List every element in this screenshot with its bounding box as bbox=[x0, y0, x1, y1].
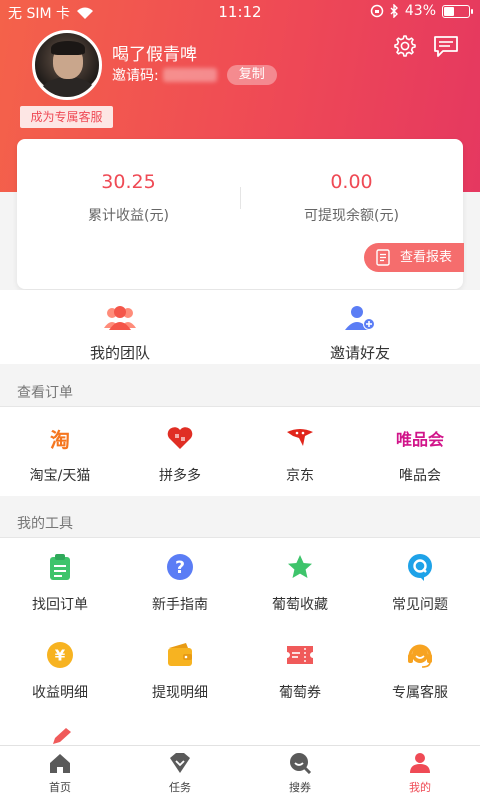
withdrawable-balance[interactable]: 0.00 可提现余额(元) bbox=[240, 171, 463, 225]
star-icon bbox=[288, 555, 312, 578]
withdrawable-label: 可提现余额(元) bbox=[304, 208, 399, 224]
profile-icon bbox=[410, 753, 430, 773]
team-icon bbox=[104, 306, 136, 330]
invite-code-label: 邀请码: bbox=[112, 68, 159, 84]
orders-section-title: 查看订单 bbox=[17, 385, 73, 401]
order-jingdong[interactable]: 京东 bbox=[240, 423, 360, 485]
status-bar: 无 SIM 卡 11:12 43% bbox=[0, 0, 480, 24]
task-icon bbox=[170, 753, 190, 773]
rotation-lock-icon bbox=[370, 4, 384, 18]
tool-faq[interactable]: 常见问题 bbox=[360, 552, 480, 614]
bluetooth-icon bbox=[390, 4, 398, 18]
tool-exclusive-service[interactable]: 专属客服 bbox=[360, 640, 480, 702]
tool-earnings-detail[interactable]: ¥ 收益明细 bbox=[0, 640, 120, 702]
tab-task[interactable]: 任务 bbox=[120, 752, 240, 795]
order-vipshop-label: 唯品会 bbox=[399, 468, 441, 484]
order-vipshop[interactable]: 唯品会 唯品会 bbox=[360, 423, 480, 485]
tab-search-coupon-label: 搜券 bbox=[289, 781, 311, 794]
tool-earnings-detail-label: 收益明细 bbox=[32, 685, 88, 701]
tab-home[interactable]: 首页 bbox=[0, 752, 120, 795]
earnings-card: 30.25 累计收益(元) 0.00 可提现余额(元) 查看报表 bbox=[17, 139, 464, 289]
question-icon: ? bbox=[167, 554, 193, 580]
tab-bar: 首页 任务 搜券 我的 bbox=[0, 745, 480, 800]
clipboard-icon bbox=[50, 554, 70, 580]
copy-button[interactable]: 复制 bbox=[226, 65, 277, 85]
invite-friends-button[interactable]: 邀请好友 bbox=[240, 304, 480, 363]
wallet-icon bbox=[168, 643, 192, 666]
q-bubble-icon bbox=[408, 554, 432, 581]
message-icon[interactable] bbox=[432, 32, 460, 60]
view-report-label: 查看报表 bbox=[400, 250, 453, 265]
home-icon bbox=[50, 754, 70, 773]
jingdong-icon bbox=[287, 429, 313, 446]
username: 喝了假青啤 bbox=[112, 45, 197, 65]
tool-beginner-guide[interactable]: ? 新手指南 bbox=[120, 552, 240, 614]
tool-faq-label: 常见问题 bbox=[392, 597, 448, 613]
invite-friends-label: 邀请好友 bbox=[329, 344, 390, 362]
tool-favorites-label: 葡萄收藏 bbox=[272, 597, 328, 613]
my-team-button[interactable]: 我的团队 bbox=[0, 304, 240, 363]
orders-panel: 淘 淘宝/天猫 拼多多 京东 唯品会 唯品会 bbox=[0, 406, 480, 496]
svg-text:?: ? bbox=[175, 558, 185, 578]
report-icon bbox=[376, 249, 390, 266]
invite-code-row: 邀请码: 复制 bbox=[112, 65, 277, 85]
order-taobao-label: 淘宝/天猫 bbox=[29, 468, 91, 484]
total-earnings-label: 累计收益(元) bbox=[88, 208, 169, 224]
tab-task-label: 任务 bbox=[169, 781, 191, 794]
tab-home-label: 首页 bbox=[49, 781, 71, 794]
order-pinduoduo-label: 拼多多 bbox=[159, 468, 201, 484]
view-report-button[interactable]: 查看报表 bbox=[364, 243, 464, 272]
tool-find-order[interactable]: 找回订单 bbox=[0, 552, 120, 614]
avatar[interactable] bbox=[32, 30, 102, 100]
tool-coupons[interactable]: 葡萄券 bbox=[240, 640, 360, 702]
pencil-icon[interactable] bbox=[50, 728, 72, 746]
total-earnings[interactable]: 30.25 累计收益(元) bbox=[17, 171, 240, 225]
vipshop-icon: 唯品会 bbox=[395, 430, 444, 449]
tool-find-order-label: 找回订单 bbox=[32, 597, 88, 613]
taobao-icon: 淘 bbox=[50, 427, 70, 452]
tab-mine-label: 我的 bbox=[409, 781, 431, 794]
become-exclusive-service-badge[interactable]: 成为专属客服 bbox=[20, 106, 113, 128]
order-jingdong-label: 京东 bbox=[286, 468, 314, 484]
order-pinduoduo[interactable]: 拼多多 bbox=[120, 423, 240, 485]
battery-percent: 43% bbox=[404, 3, 436, 19]
tools-panel: 找回订单 ? 新手指南 葡萄收藏 常见问题 ¥ 收益明细 提现明细 葡萄券 专属… bbox=[0, 537, 480, 745]
my-team-label: 我的团队 bbox=[89, 344, 150, 362]
yen-coin-icon: ¥ bbox=[47, 642, 73, 668]
tools-section-title: 我的工具 bbox=[17, 516, 73, 532]
tool-exclusive-service-label: 专属客服 bbox=[392, 685, 448, 701]
total-earnings-value: 30.25 bbox=[101, 171, 156, 193]
tool-favorites[interactable]: 葡萄收藏 bbox=[240, 552, 360, 614]
team-row: 我的团队 邀请好友 bbox=[0, 290, 480, 364]
ticket-icon bbox=[287, 646, 313, 664]
tool-coupons-label: 葡萄券 bbox=[279, 685, 321, 701]
battery-fill bbox=[444, 6, 454, 16]
invite-code-value-blurred bbox=[162, 68, 217, 82]
battery-icon bbox=[442, 4, 473, 18]
search-coupon-icon bbox=[290, 753, 312, 775]
pinduoduo-icon bbox=[167, 427, 193, 449]
headset-icon bbox=[408, 644, 432, 668]
svg-text:¥: ¥ bbox=[55, 647, 66, 665]
tab-mine[interactable]: 我的 bbox=[360, 752, 480, 795]
order-taobao[interactable]: 淘 淘宝/天猫 bbox=[0, 423, 120, 485]
tool-withdraw-detail[interactable]: 提现明细 bbox=[120, 640, 240, 702]
tool-beginner-guide-label: 新手指南 bbox=[152, 597, 208, 613]
withdrawable-value: 0.00 bbox=[330, 171, 373, 193]
tool-withdraw-detail-label: 提现明细 bbox=[152, 685, 208, 701]
tab-search-coupon[interactable]: 搜券 bbox=[240, 752, 360, 795]
add-user-icon bbox=[345, 306, 375, 330]
settings-gear-icon[interactable] bbox=[390, 32, 418, 60]
